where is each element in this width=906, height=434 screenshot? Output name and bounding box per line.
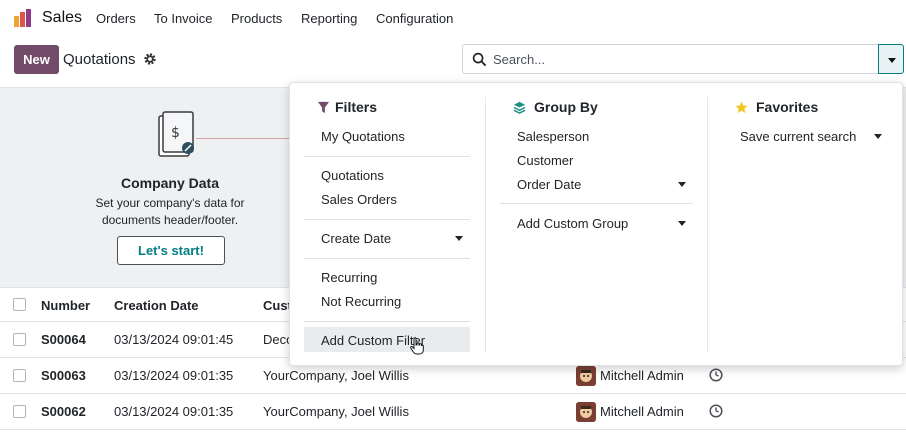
divider bbox=[304, 258, 470, 259]
column-creation-date[interactable]: Creation Date bbox=[114, 298, 199, 313]
row-customer: YourCompany, Joel Willis bbox=[263, 368, 409, 383]
column-number[interactable]: Number bbox=[41, 298, 90, 313]
row-creation-date: 03/13/2024 09:01:35 bbox=[114, 404, 234, 419]
divider bbox=[500, 203, 693, 204]
save-current-search[interactable]: Save current search bbox=[740, 129, 856, 144]
row-salesperson: Mitchell Admin bbox=[600, 404, 684, 419]
table-row[interactable]: S00062 03/13/2024 09:01:35 YourCompany, … bbox=[0, 394, 906, 430]
lets-start-button[interactable]: Let's start! bbox=[117, 236, 225, 265]
column-customer[interactable]: Cust bbox=[263, 298, 292, 313]
search-input[interactable] bbox=[493, 49, 863, 69]
group-by-heading: Group By bbox=[534, 99, 598, 115]
avatar bbox=[576, 366, 596, 386]
menu-products[interactable]: Products bbox=[231, 11, 282, 26]
avatar-face-icon bbox=[576, 366, 596, 386]
funnel-icon bbox=[317, 101, 330, 114]
filters-heading: Filters bbox=[335, 99, 378, 115]
row-creation-date: 03/13/2024 09:01:45 bbox=[114, 332, 234, 347]
search-icon bbox=[472, 52, 487, 67]
add-custom-group[interactable]: Add Custom Group bbox=[517, 216, 628, 231]
top-navbar: Sales Orders To Invoice Products Reporti… bbox=[0, 0, 906, 36]
row-number: S00063 bbox=[41, 368, 86, 383]
menu-orders[interactable]: Orders bbox=[96, 11, 136, 26]
group-by-order-date[interactable]: Order Date bbox=[517, 177, 581, 192]
menu-to-invoice[interactable]: To Invoice bbox=[154, 11, 213, 26]
divider bbox=[304, 219, 470, 220]
row-checkbox[interactable] bbox=[13, 405, 26, 418]
divider bbox=[304, 156, 470, 157]
row-number: S00062 bbox=[41, 404, 86, 419]
filter-quotations[interactable]: Quotations bbox=[321, 168, 384, 183]
row-creation-date: 03/13/2024 09:01:35 bbox=[114, 368, 234, 383]
filter-recurring[interactable]: Recurring bbox=[321, 270, 377, 285]
caret-down-icon[interactable] bbox=[455, 236, 463, 241]
column-divider bbox=[707, 97, 708, 353]
filter-my-quotations[interactable]: My Quotations bbox=[321, 129, 405, 144]
filter-sales-orders[interactable]: Sales Orders bbox=[321, 192, 397, 207]
column-divider bbox=[485, 97, 486, 353]
row-customer: YourCompany, Joel Willis bbox=[263, 404, 409, 419]
caret-down-icon bbox=[888, 58, 896, 63]
onboarding-description: Set your company's data for documents he… bbox=[95, 196, 245, 227]
layers-icon bbox=[513, 101, 526, 114]
row-checkbox[interactable] bbox=[13, 369, 26, 382]
gear-icon[interactable] bbox=[143, 52, 157, 66]
avatar-face-icon bbox=[576, 402, 596, 422]
app-name[interactable]: Sales bbox=[42, 9, 82, 27]
invoice-illustration-icon: $ bbox=[158, 111, 194, 157]
menu-reporting[interactable]: Reporting bbox=[301, 11, 357, 26]
favorites-heading: Favorites bbox=[756, 99, 819, 115]
group-by-customer[interactable]: Customer bbox=[517, 153, 573, 168]
clock-icon[interactable] bbox=[709, 368, 723, 382]
group-by-salesperson[interactable]: Salesperson bbox=[517, 129, 589, 144]
avatar bbox=[576, 402, 596, 422]
clock-icon[interactable] bbox=[709, 404, 723, 418]
menu-configuration[interactable]: Configuration bbox=[376, 11, 453, 26]
search-options-toggle[interactable] bbox=[878, 44, 904, 74]
search-box bbox=[462, 44, 878, 74]
caret-down-icon[interactable] bbox=[678, 221, 686, 226]
caret-down-icon[interactable] bbox=[678, 182, 686, 187]
breadcrumb: Quotations bbox=[63, 51, 136, 68]
filter-not-recurring[interactable]: Not Recurring bbox=[321, 294, 401, 309]
search-options-panel: Filters My Quotations Quotations Sales O… bbox=[289, 82, 903, 366]
onboarding-progress-line bbox=[196, 138, 296, 139]
star-icon bbox=[735, 101, 748, 114]
select-all-checkbox[interactable] bbox=[13, 298, 26, 311]
row-number: S00064 bbox=[41, 332, 86, 347]
row-salesperson: Mitchell Admin bbox=[600, 368, 684, 383]
onboarding-title: Company Data bbox=[120, 175, 220, 191]
divider bbox=[304, 321, 470, 322]
svg-text:$: $ bbox=[171, 125, 180, 141]
control-panel: New Quotations bbox=[0, 36, 906, 88]
caret-down-icon[interactable] bbox=[874, 134, 882, 139]
row-checkbox[interactable] bbox=[13, 333, 26, 346]
filter-create-date[interactable]: Create Date bbox=[321, 231, 391, 246]
app-logo-icon[interactable] bbox=[13, 8, 33, 28]
new-button[interactable]: New bbox=[14, 45, 59, 74]
hand-cursor-icon bbox=[410, 337, 424, 355]
